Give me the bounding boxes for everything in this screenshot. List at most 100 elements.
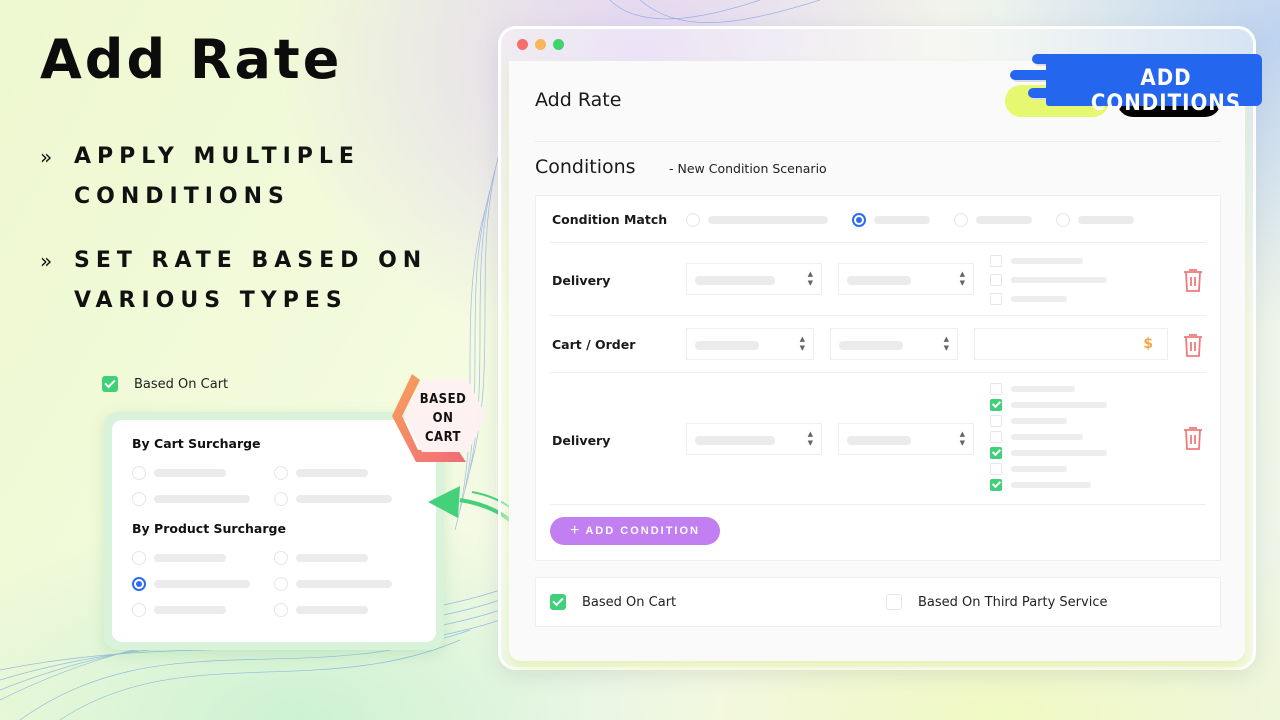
checkbox-icon[interactable] bbox=[990, 431, 1002, 443]
radio-selected-icon[interactable] bbox=[852, 213, 866, 227]
radio-option[interactable] bbox=[132, 602, 274, 618]
match-option[interactable] bbox=[852, 213, 930, 227]
spinner-arrows-icon[interactable]: ▲ ▼ bbox=[808, 270, 813, 288]
placeholder-text bbox=[976, 216, 1032, 224]
checkbox-option[interactable] bbox=[990, 445, 1107, 461]
radio-icon[interactable] bbox=[132, 466, 146, 480]
row-label: Condition Match bbox=[552, 212, 668, 227]
radio-option[interactable] bbox=[274, 576, 416, 592]
checkbox-checked-icon[interactable] bbox=[990, 479, 1002, 491]
operator-select[interactable]: ▲ ▼ bbox=[838, 423, 974, 455]
radio-option[interactable] bbox=[132, 465, 274, 481]
condition-match-row: Condition Match bbox=[550, 196, 1206, 243]
placeholder-text bbox=[695, 276, 775, 285]
delivery-checkbox-list bbox=[990, 253, 1107, 307]
radio-icon[interactable] bbox=[274, 551, 288, 565]
checkbox-option[interactable] bbox=[990, 397, 1107, 413]
radio-selected-icon[interactable] bbox=[132, 577, 146, 591]
placeholder-text bbox=[154, 580, 250, 588]
placeholder-text bbox=[154, 495, 250, 503]
placeholder-text bbox=[1011, 402, 1107, 408]
rate-basis-panel: Based On Cart Based On Third Party Servi… bbox=[535, 577, 1221, 627]
checkbox-checked-icon[interactable] bbox=[990, 399, 1002, 411]
trash-icon[interactable] bbox=[1182, 267, 1204, 293]
checkbox-icon[interactable] bbox=[990, 463, 1002, 475]
radio-icon[interactable] bbox=[686, 213, 700, 227]
placeholder-text bbox=[296, 606, 368, 614]
operator-select[interactable]: ▲ ▼ bbox=[838, 263, 974, 295]
maximize-dot-icon[interactable] bbox=[553, 39, 564, 50]
checkbox-checked-icon[interactable] bbox=[550, 594, 566, 610]
radio-icon[interactable] bbox=[274, 492, 288, 506]
radio-icon[interactable] bbox=[274, 466, 288, 480]
placeholder-text bbox=[154, 554, 226, 562]
radio-option[interactable] bbox=[274, 550, 416, 566]
checkbox-option[interactable] bbox=[990, 429, 1107, 445]
match-option[interactable] bbox=[686, 213, 828, 227]
radio-option[interactable] bbox=[132, 550, 274, 566]
delivery-checkbox-list bbox=[990, 381, 1107, 493]
section-heading: By Product Surcharge bbox=[132, 521, 286, 536]
placeholder-text bbox=[296, 495, 392, 503]
radio-option[interactable] bbox=[132, 491, 274, 507]
condition-type-select[interactable]: ▲ ▼ bbox=[686, 423, 822, 455]
based-on-cart-option[interactable]: Based On Cart bbox=[550, 594, 676, 610]
checkbox-option[interactable] bbox=[990, 381, 1107, 397]
product-surcharge-options bbox=[132, 550, 416, 618]
operator-select[interactable]: ▲ ▼ bbox=[830, 328, 958, 360]
checkbox-option[interactable] bbox=[990, 253, 1107, 269]
radio-icon[interactable] bbox=[132, 492, 146, 506]
based-on-cart-option[interactable]: Based On Cart bbox=[102, 376, 228, 392]
radio-icon[interactable] bbox=[132, 603, 146, 617]
radio-option[interactable] bbox=[274, 465, 416, 481]
checkbox-option[interactable] bbox=[990, 461, 1107, 477]
based-on-cart-badge: BASED ON CART bbox=[386, 370, 486, 466]
radio-option[interactable] bbox=[132, 576, 274, 592]
condition-type-select[interactable]: ▲ ▼ bbox=[686, 263, 822, 295]
checkbox-icon[interactable] bbox=[990, 415, 1002, 427]
row-label: Cart / Order bbox=[552, 337, 636, 352]
checkbox-icon[interactable] bbox=[990, 274, 1002, 286]
spinner-arrows-icon[interactable]: ▲ ▼ bbox=[960, 430, 965, 448]
checkbox-checked-icon[interactable] bbox=[990, 447, 1002, 459]
radio-option[interactable] bbox=[274, 491, 416, 507]
checkbox-option[interactable] bbox=[990, 477, 1107, 493]
match-option[interactable] bbox=[1056, 213, 1134, 227]
checkbox-option[interactable] bbox=[990, 413, 1107, 429]
spinner-arrows-icon[interactable]: ▲ ▼ bbox=[808, 430, 813, 448]
checkbox-icon[interactable] bbox=[990, 383, 1002, 395]
spinner-arrows-icon[interactable]: ▲ ▼ bbox=[960, 270, 965, 288]
based-on-third-party-option[interactable]: Based On Third Party Service bbox=[886, 594, 1107, 610]
checkbox-checked-icon[interactable] bbox=[102, 376, 118, 392]
minimize-dot-icon[interactable] bbox=[535, 39, 546, 50]
checkbox-icon[interactable] bbox=[990, 255, 1002, 267]
checkbox-icon[interactable] bbox=[990, 293, 1002, 305]
scenario-name: - New Condition Scenario bbox=[669, 161, 827, 176]
checkbox-option[interactable] bbox=[990, 272, 1107, 288]
placeholder-text bbox=[1011, 482, 1091, 488]
radio-icon[interactable] bbox=[954, 213, 968, 227]
checkbox-icon[interactable] bbox=[886, 594, 902, 610]
placeholder-text bbox=[839, 341, 903, 350]
radio-icon[interactable] bbox=[1056, 213, 1070, 227]
close-dot-icon[interactable] bbox=[517, 39, 528, 50]
radio-icon[interactable] bbox=[274, 603, 288, 617]
feature-text: SET RATE BASED ON VARIOUS TYPES bbox=[74, 248, 428, 313]
checkbox-option[interactable] bbox=[990, 291, 1107, 307]
placeholder-text bbox=[847, 276, 911, 285]
spinner-arrows-icon[interactable]: ▲ ▼ bbox=[944, 335, 949, 353]
match-option[interactable] bbox=[954, 213, 1032, 227]
radio-option[interactable] bbox=[274, 602, 416, 618]
banner-text: ADD CONDITIONS bbox=[1090, 66, 1242, 116]
add-condition-label: ADD CONDITION bbox=[585, 525, 700, 537]
radio-icon[interactable] bbox=[132, 551, 146, 565]
trash-icon[interactable] bbox=[1182, 332, 1204, 358]
trash-icon[interactable] bbox=[1182, 425, 1204, 451]
radio-icon[interactable] bbox=[274, 577, 288, 591]
placeholder-text bbox=[695, 436, 775, 445]
condition-type-select[interactable]: ▲ ▼ bbox=[686, 328, 814, 360]
spinner-arrows-icon[interactable]: ▲ ▼ bbox=[800, 335, 805, 353]
add-condition-button[interactable]: + ADD CONDITION bbox=[550, 517, 720, 545]
amount-input[interactable]: $ bbox=[974, 328, 1168, 360]
add-conditions-banner: ADD CONDITIONS bbox=[1010, 52, 1262, 116]
